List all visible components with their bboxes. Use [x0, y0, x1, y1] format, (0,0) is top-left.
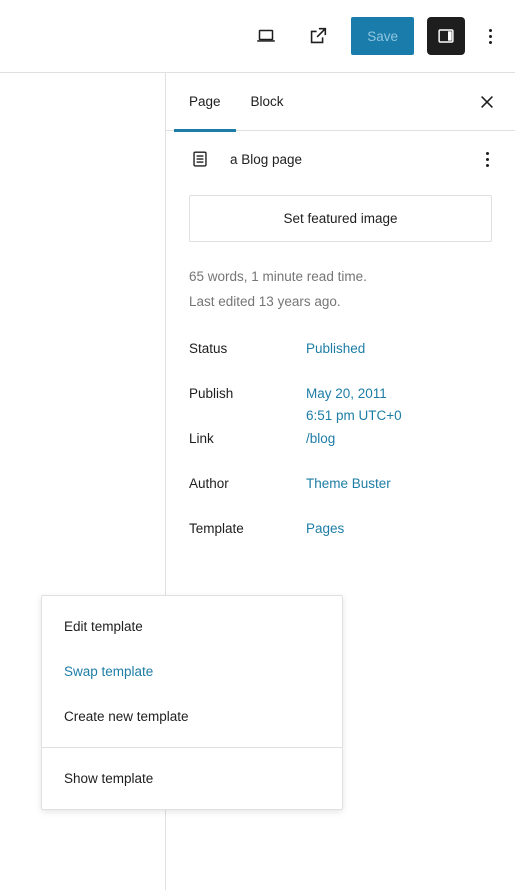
menu-item-create-new-template[interactable]: Create new template — [42, 694, 342, 739]
post-meta-info: 65 words, 1 minute read time. Last edite… — [166, 242, 515, 314]
tab-block[interactable]: Block — [236, 73, 299, 131]
sidebar-panel-icon[interactable] — [427, 17, 465, 55]
link-value-button[interactable]: /blog — [306, 428, 335, 450]
kebab-dot — [488, 34, 492, 38]
menu-item-show-template[interactable]: Show template — [42, 756, 342, 801]
menu-item-edit-template[interactable]: Edit template — [42, 604, 342, 649]
post-detail-rows: Status Published Publish May 20, 2011 6:… — [166, 314, 515, 563]
featured-image-section: Set featured image — [166, 187, 515, 242]
kebab-dot — [485, 163, 489, 167]
page-document-icon-glyph — [193, 151, 207, 167]
template-value-button[interactable]: Pages — [306, 518, 344, 540]
row-label: Publish — [189, 386, 234, 401]
set-featured-image-button[interactable]: Set featured image — [189, 195, 492, 242]
page-title: a Blog page — [230, 151, 303, 167]
row-status: Status Published — [189, 338, 492, 383]
publish-time-text: 6:51 pm UTC+0 — [306, 408, 402, 423]
page-summary-row: a Blog page — [166, 131, 515, 187]
kebab-dot — [488, 28, 492, 32]
page-actions-kebab-icon[interactable] — [472, 141, 502, 177]
row-label: Template — [189, 521, 244, 536]
kebab-dot — [488, 40, 492, 44]
kebab-dot — [485, 157, 489, 161]
tab-page[interactable]: Page — [174, 73, 236, 132]
close-icon[interactable] — [471, 86, 503, 118]
row-label: Status — [189, 341, 228, 356]
page-document-icon — [188, 147, 212, 171]
save-button[interactable]: Save — [351, 17, 414, 55]
kebab-dot — [485, 151, 489, 155]
laptop-icon-glyph — [257, 29, 276, 42]
editor-toolbar: Save — [0, 0, 515, 73]
inspector-tabs: Page Block — [166, 73, 515, 132]
row-author: Author Theme Buster — [189, 473, 492, 518]
laptop-icon[interactable] — [248, 18, 284, 54]
row-label: Author — [189, 476, 229, 491]
row-link: Link /blog — [189, 428, 492, 473]
last-edited-text: Last edited 13 years ago. — [189, 294, 341, 309]
row-template: Template Pages — [189, 518, 492, 563]
publish-date-button[interactable]: May 20, 2011 6:51 pm UTC+0 — [306, 383, 402, 427]
menu-group-primary: Edit template Swap template Create new t… — [42, 596, 342, 747]
template-dropdown-menu: Edit template Swap template Create new t… — [41, 595, 343, 810]
author-value-button[interactable]: Theme Buster — [306, 473, 391, 495]
row-publish: Publish May 20, 2011 6:51 pm UTC+0 — [189, 383, 492, 428]
menu-item-swap-template[interactable]: Swap template — [42, 649, 342, 694]
publish-date-text: May 20, 2011 — [306, 386, 387, 401]
close-icon-glyph — [481, 95, 493, 108]
row-label: Link — [189, 431, 214, 446]
external-link-icon[interactable] — [300, 18, 336, 54]
sidebar-panel-icon-glyph — [438, 29, 454, 43]
kebab-menu-icon[interactable] — [475, 18, 505, 54]
external-link-icon-glyph — [311, 27, 327, 44]
menu-group-secondary: Show template — [42, 747, 342, 809]
word-count-text: 65 words, 1 minute read time. — [189, 269, 367, 284]
status-value-button[interactable]: Published — [306, 338, 365, 360]
